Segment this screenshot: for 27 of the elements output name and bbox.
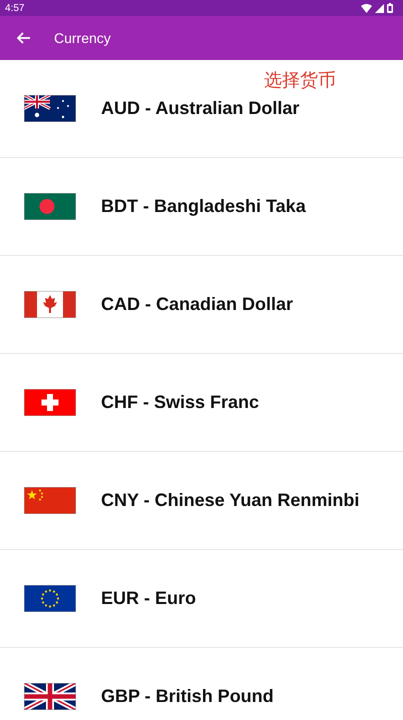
currency-item[interactable]: BDT - Bangladeshi Taka bbox=[0, 158, 403, 256]
switzerland-flag-icon bbox=[24, 389, 76, 416]
currency-label: CNY - Chinese Yuan Renminbi bbox=[101, 490, 360, 511]
uk-flag-icon bbox=[24, 683, 76, 710]
currency-item[interactable]: GBP - British Pound bbox=[0, 648, 403, 720]
currency-label: CHF - Swiss Franc bbox=[101, 392, 260, 413]
back-arrow-icon bbox=[17, 32, 31, 44]
currency-item[interactable]: CAD - Canadian Dollar bbox=[0, 256, 403, 354]
currency-item[interactable]: CNY - Chinese Yuan Renminbi bbox=[0, 452, 403, 550]
currency-label: EUR - Euro bbox=[101, 588, 196, 609]
bangladesh-flag-icon bbox=[24, 193, 76, 220]
battery-icon bbox=[387, 3, 393, 13]
annotation-text: 选择货币 bbox=[264, 69, 336, 92]
eu-flag-icon bbox=[24, 585, 76, 612]
clock: 4:57 bbox=[5, 2, 24, 14]
currency-item[interactable]: CHF - Swiss Franc bbox=[0, 354, 403, 452]
currency-label: BDT - Bangladeshi Taka bbox=[101, 196, 306, 217]
currency-item[interactable]: EUR - Euro bbox=[0, 550, 403, 648]
screen-title: Currency bbox=[54, 30, 111, 46]
currency-label: AUD - Australian Dollar bbox=[101, 98, 300, 119]
wifi-icon bbox=[361, 4, 372, 12]
australia-flag-icon bbox=[24, 95, 76, 122]
canada-flag-icon bbox=[24, 291, 76, 318]
signal-icon bbox=[375, 4, 384, 12]
china-flag-icon bbox=[24, 487, 76, 514]
currency-label: GBP - British Pound bbox=[101, 686, 274, 707]
currency-label: CAD - Canadian Dollar bbox=[101, 294, 294, 315]
